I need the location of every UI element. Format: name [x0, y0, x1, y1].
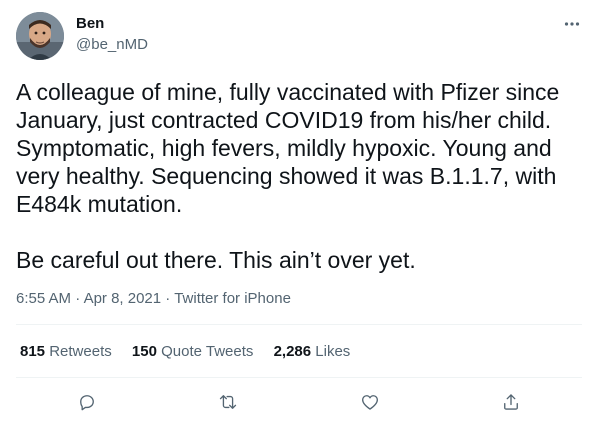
- quote-tweets-label: Quote Tweets: [161, 343, 254, 360]
- tweet-meta: 6:55 AM · Apr 8, 2021 · Twitter for iPho…: [16, 290, 291, 308]
- avatar[interactable]: [16, 12, 64, 60]
- divider: [16, 324, 582, 325]
- tweet-time[interactable]: 6:55 AM: [16, 290, 71, 307]
- author-name[interactable]: Ben: [76, 15, 104, 33]
- tweet-date[interactable]: Apr 8, 2021: [84, 290, 162, 307]
- retweets-stat[interactable]: 815 Retweets: [20, 343, 112, 361]
- meta-separator: ·: [71, 290, 84, 307]
- retweet-icon: [219, 395, 237, 409]
- avatar-image: [16, 12, 64, 60]
- author-handle[interactable]: @be_nMD: [76, 36, 148, 54]
- more-options-button[interactable]: [560, 12, 584, 36]
- tweet-paragraph: A colleague of mine, fully vaccinated wi…: [16, 79, 560, 217]
- reply-button[interactable]: [73, 388, 101, 416]
- reply-icon: [80, 395, 94, 411]
- share-button[interactable]: [497, 388, 525, 416]
- likes-count: 2,286: [273, 343, 312, 360]
- engagement-stats: 815 Retweets 150 Quote Tweets 2,286 Like…: [20, 343, 366, 361]
- action-bar: [0, 388, 598, 416]
- tweet-text: A colleague of mine, fully vaccinated wi…: [16, 78, 582, 274]
- divider: [16, 377, 582, 378]
- quote-tweets-count: 150: [131, 343, 157, 360]
- likes-stat[interactable]: 2,286 Likes: [274, 343, 351, 361]
- more-options-icon: [564, 22, 580, 26]
- tweet-paragraph: Be careful out there. This ain’t over ye…: [16, 247, 416, 273]
- quote-tweets-stat[interactable]: 150 Quote Tweets: [132, 343, 253, 361]
- tweet-card: Ben @be_nMD A colleague of mine, fully v…: [0, 0, 598, 425]
- retweets-count: 815: [20, 343, 46, 360]
- meta-separator: ·: [161, 290, 175, 307]
- retweets-label: Retweets: [49, 343, 112, 360]
- like-button[interactable]: [356, 388, 384, 416]
- share-icon: [504, 394, 518, 410]
- like-icon: [362, 395, 378, 410]
- tweet-source[interactable]: Twitter for iPhone: [174, 290, 291, 307]
- retweet-button[interactable]: [214, 388, 242, 416]
- likes-label: Likes: [315, 343, 351, 360]
